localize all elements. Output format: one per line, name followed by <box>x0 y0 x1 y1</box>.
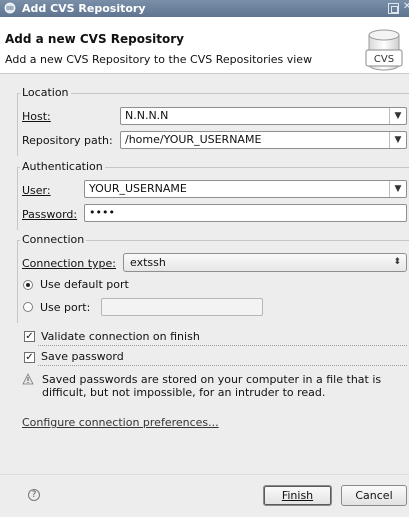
user-label: User: <box>22 184 51 197</box>
chevron-down-icon[interactable]: ▼ <box>389 132 406 148</box>
wizard-header: Add a new CVS Repository Add a new CVS R… <box>0 17 409 74</box>
user-value: YOUR_USERNAME <box>89 182 187 195</box>
warning-icon <box>22 373 34 385</box>
window-title: Add CVS Repository <box>22 2 146 15</box>
host-value: N.N.N.N <box>125 109 169 122</box>
page-title: Add a new CVS Repository <box>5 32 184 46</box>
password-warning-text: Saved passwords are stored on your compu… <box>42 373 382 399</box>
add-cvs-repository-dialog: Add CVS Repository ✕ Add a new CVS Repos… <box>0 0 409 517</box>
cvs-repository-icon: CVS <box>365 29 403 71</box>
save-password-label[interactable]: Save password <box>41 350 124 363</box>
use-default-port-radio[interactable] <box>23 280 33 290</box>
connection-group-label: Connection <box>20 233 87 246</box>
connection-type-value: extssh <box>130 256 166 269</box>
chevron-down-icon[interactable]: ▼ <box>389 181 406 197</box>
host-label: Host: <box>22 110 51 123</box>
maximize-icon[interactable] <box>388 3 399 14</box>
cancel-button-label: Cancel <box>355 489 393 502</box>
use-port-label[interactable]: Use port: <box>40 301 90 314</box>
connection-type-select[interactable]: extssh ⬍ <box>123 253 407 272</box>
password-field[interactable]: •••• <box>84 204 407 222</box>
finish-button[interactable]: Finish <box>263 485 332 506</box>
user-combo[interactable]: YOUR_USERNAME ▼ <box>84 180 407 198</box>
help-icon[interactable]: ? <box>28 489 40 501</box>
repository-path-label: Repository path: <box>22 134 113 147</box>
use-port-radio[interactable] <box>23 302 33 312</box>
password-value: •••• <box>89 206 115 219</box>
chevron-down-icon[interactable]: ▼ <box>389 108 406 124</box>
cvs-icon-text: CVS <box>374 54 394 65</box>
host-combo[interactable]: N.N.N.N ▼ <box>120 107 407 125</box>
footer-separator <box>0 474 409 475</box>
finish-button-label: Finish <box>281 489 314 502</box>
focus-divider <box>38 365 407 366</box>
configure-connection-preferences-link[interactable]: Configure connection preferences... <box>22 416 219 429</box>
validate-connection-checkbox[interactable]: ✓ <box>24 331 35 342</box>
repository-path-combo[interactable]: /home/YOUR_USERNAME ▼ <box>120 131 407 149</box>
up-down-icon: ⬍ <box>393 257 401 267</box>
focus-divider <box>38 345 407 346</box>
app-icon[interactable] <box>4 2 16 14</box>
authentication-group-label: Authentication <box>20 160 105 173</box>
use-default-port-label[interactable]: Use default port <box>40 278 129 291</box>
repository-path-value: /home/YOUR_USERNAME <box>125 133 262 146</box>
port-field[interactable] <box>101 298 263 316</box>
title-bar[interactable]: Add CVS Repository ✕ <box>0 0 409 17</box>
password-label: Password: <box>22 208 78 221</box>
validate-connection-label[interactable]: Validate connection on finish <box>41 330 200 343</box>
connection-type-label: Connection type: <box>22 257 117 270</box>
save-password-checkbox[interactable]: ✓ <box>24 352 35 363</box>
page-description: Add a new CVS Repository to the CVS Repo… <box>5 53 313 66</box>
location-group-label: Location <box>20 86 71 99</box>
cancel-button[interactable]: Cancel <box>341 485 407 506</box>
close-icon[interactable]: ✕ <box>403 1 409 12</box>
